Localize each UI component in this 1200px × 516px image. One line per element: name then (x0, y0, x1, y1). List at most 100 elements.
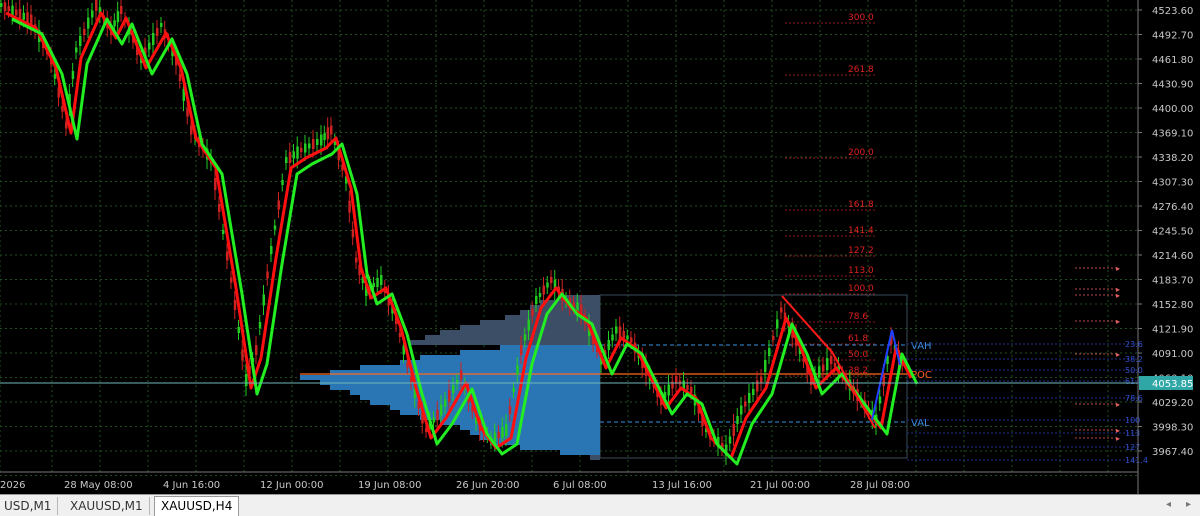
fib-level-label: 127.2 (848, 246, 874, 256)
vah-label: VAH (911, 341, 932, 352)
profile-bar (520, 445, 600, 450)
candle-body (270, 246, 273, 254)
candle-body (516, 365, 519, 375)
price-tick-label: 4276.40 (1152, 202, 1193, 213)
fib-level-label: 100.0 (848, 284, 874, 294)
candle-body (237, 327, 240, 333)
candle-body (380, 275, 383, 285)
candle-body (460, 370, 463, 380)
fib-level-label: 38.2 (848, 366, 868, 376)
candle-body (83, 29, 86, 35)
right-level-arrow: ▸ (1116, 400, 1120, 409)
fib-level-label: 300.0 (848, 13, 874, 23)
price-axis: 4523.60 4492.70 4461.80 4430.90 4400.00 4369.… (1137, 0, 1193, 494)
candle-body (440, 404, 443, 416)
time-tick-label: 21 Jul 00:00 (750, 480, 810, 491)
price-tick-label: 4121.90 (1152, 325, 1193, 336)
right-level-label: 38.2 (1125, 355, 1143, 364)
candle-body (626, 335, 629, 340)
price-tick-label: 4029.20 (1152, 398, 1193, 409)
candle-body (512, 388, 515, 392)
candle-body (186, 108, 189, 117)
candle-body (300, 148, 303, 152)
candle-body (120, 6, 123, 14)
time-tick-label: 19 Jun 08:00 (358, 480, 422, 491)
candle-body (281, 180, 284, 185)
candle-body (830, 356, 833, 364)
candle-body (304, 143, 307, 153)
scroll-right-icon[interactable]: ▸ (1186, 499, 1191, 510)
fib-level-label: 261.8 (848, 65, 874, 75)
fibonacci-levels: 300.0 261.8 200.0 161.8 141.4 127.2 113.0 100.0… (785, 13, 875, 377)
fib-level-label: 141.4 (848, 226, 874, 236)
candle-body (764, 360, 767, 372)
candle-body (432, 417, 435, 423)
candle-body (323, 133, 326, 141)
tab-xauusd-m1[interactable]: XAUUSD,M1 (64, 497, 150, 515)
right-level-arrow: ▸ (1116, 291, 1120, 300)
right-level-arrow: ▸ (1116, 350, 1120, 359)
right-level-label: 50.0 (1125, 366, 1143, 375)
candle-body (75, 47, 78, 53)
price-tick-label: 4245.50 (1152, 227, 1193, 238)
candle-body (292, 151, 295, 159)
fib-level-label: 78.6 (848, 312, 868, 322)
candle-body (226, 251, 229, 261)
tab-usd-m1[interactable]: USD,M1 (0, 497, 59, 515)
candle-body (531, 309, 534, 316)
candle-body (607, 340, 610, 350)
candle-body (326, 127, 330, 140)
profile-bar (470, 430, 600, 435)
price-chart[interactable]: VAH POC VAL 300.0 261.8 200.0 161.8 141.4 127.2… (0, 0, 1200, 494)
candle-body (7, 6, 10, 12)
candle-body (312, 139, 315, 149)
candle-body (233, 300, 237, 310)
profile-bar-outer (590, 455, 600, 460)
right-level-label: 23.6 (1125, 340, 1143, 349)
profile-bar-outer (425, 335, 600, 340)
candle-body (615, 326, 618, 334)
fib-level-label: 161.8 (848, 200, 874, 210)
candle-body (760, 376, 763, 384)
price-tick-label: 3998.30 (1152, 423, 1193, 434)
tab-xauusd-h4[interactable]: XAUUSD,H4 (154, 496, 240, 516)
candle-body (53, 73, 57, 79)
right-level-lines: ▸▸▸▸▸▸▸▸23.638.250.061.878.6100113127141… (907, 264, 1148, 465)
scroll-left-icon[interactable]: ◂ (1166, 499, 1171, 510)
chart-canvas[interactable]: VAHPOCVAL 300.0261.8200.0161.8141.4127.2… (0, 0, 1200, 494)
candle-body (780, 307, 783, 313)
candle-body (497, 432, 500, 438)
candle-body (501, 427, 504, 438)
profile-bar-outer (480, 320, 600, 325)
candle-body (833, 363, 837, 367)
chart-tabs-bar: USD,M1 XAUUSD,M1 XAUUSD,H4 ◂ ▸ (0, 494, 1200, 516)
profile-bar-outer (410, 340, 600, 345)
candle-body (348, 200, 351, 213)
candle-body (71, 71, 75, 79)
fib-level-label: 50.0 (848, 350, 868, 360)
candle-body (152, 33, 155, 45)
candle-body (452, 385, 455, 393)
price-tick-label: 4523.60 (1152, 6, 1193, 17)
candle-body (752, 389, 755, 395)
candle-body (444, 399, 447, 407)
candle-body (748, 393, 751, 403)
candle-body (178, 74, 182, 81)
profile-bar (560, 450, 600, 455)
candle-body (258, 322, 262, 328)
candle-body (95, 0, 98, 11)
candle-body (255, 345, 258, 355)
price-tick-label: 3967.40 (1152, 447, 1193, 458)
time-tick-label: 6 Jul 08:00 (553, 480, 607, 491)
fib-level-label: 61.8 (848, 334, 868, 344)
candle-body (79, 36, 82, 46)
time-tick-label: 2026 (0, 480, 25, 491)
candle-body (376, 278, 379, 287)
profile-bar (420, 355, 600, 360)
candle-body (22, 12, 25, 20)
candle-body (288, 152, 292, 163)
profile-bar (500, 345, 600, 350)
candle-body (611, 334, 614, 341)
candle-body (878, 396, 882, 404)
candle-body (266, 271, 269, 279)
